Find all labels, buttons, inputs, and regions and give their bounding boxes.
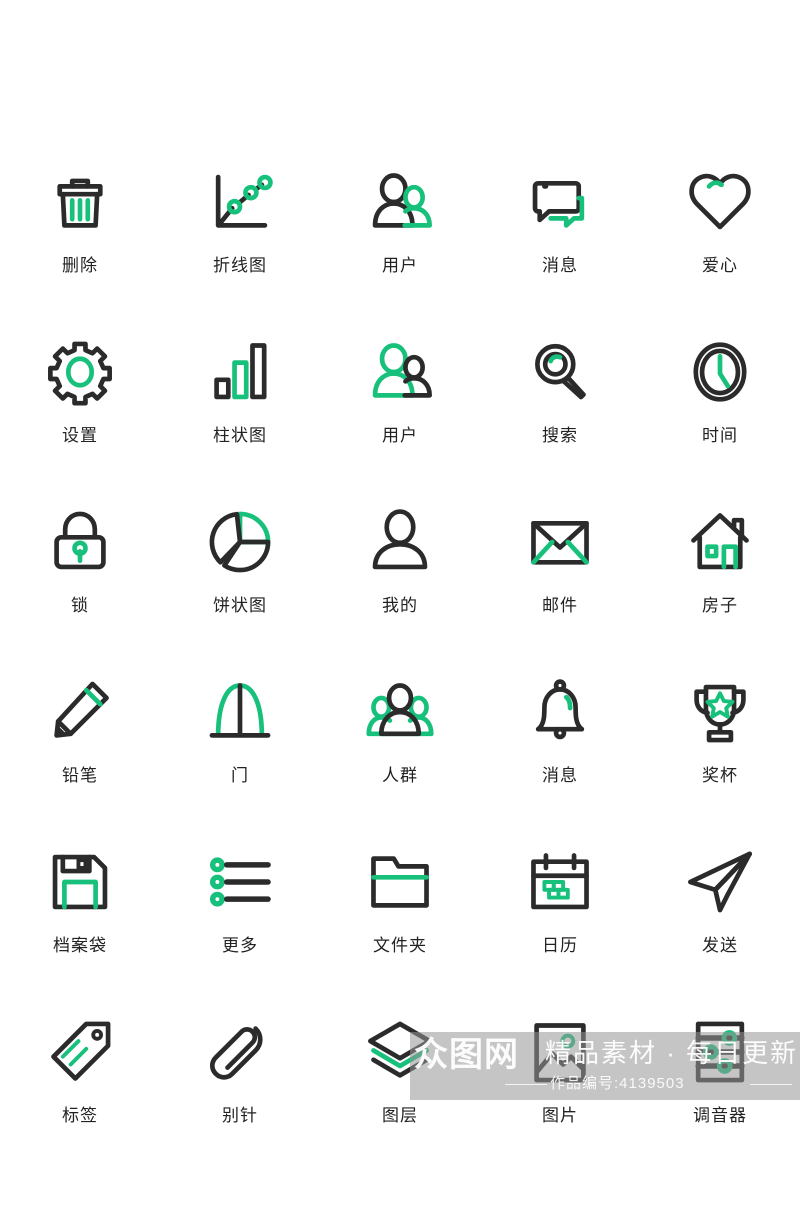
users-pair-icon — [361, 163, 439, 241]
floppy-disk-icon — [41, 843, 119, 921]
calendar-icon — [521, 843, 599, 921]
icon-label-crowd: 人群 — [382, 766, 418, 785]
magnifier-icon — [521, 333, 599, 411]
icon-label-door: 门 — [231, 766, 249, 785]
picture-icon — [521, 1013, 599, 1091]
icon-cell-door[interactable]: 门 — [160, 655, 320, 825]
users-pair-alt-icon — [361, 333, 439, 411]
icon-label-search: 搜索 — [542, 426, 578, 445]
person-icon — [361, 503, 439, 581]
heart-icon — [681, 163, 759, 241]
icon-cell-time[interactable]: 时间 — [640, 315, 800, 485]
icon-cell-pie-chart[interactable]: 饼状图 — [160, 485, 320, 655]
icon-cell-pencil[interactable]: 铅笔 — [0, 655, 160, 825]
icon-cell-pin[interactable]: 别针 — [160, 995, 320, 1165]
icon-cell-message[interactable]: 消息 — [480, 145, 640, 315]
icon-cell-mine[interactable]: 我的 — [320, 485, 480, 655]
icon-cell-heart[interactable]: 爱心 — [640, 145, 800, 315]
layers-icon — [361, 1013, 439, 1091]
icon-label-pin: 别针 — [222, 1106, 258, 1125]
icon-label-lock: 锁 — [71, 596, 89, 615]
icon-label-mail: 邮件 — [542, 596, 578, 615]
icon-cell-delete[interactable]: 删除 — [0, 145, 160, 315]
icon-cell-user[interactable]: 用户 — [320, 145, 480, 315]
icon-label-user: 用户 — [382, 256, 418, 275]
chat-bubbles-icon — [521, 163, 599, 241]
icon-label-folder: 文件夹 — [373, 936, 427, 955]
icon-label-settings: 设置 — [62, 426, 98, 445]
icon-cell-user-2[interactable]: 用户 — [320, 315, 480, 485]
trash-icon — [41, 163, 119, 241]
icon-cell-bar-chart[interactable]: 柱状图 — [160, 315, 320, 485]
icon-cell-search[interactable]: 搜索 — [480, 315, 640, 485]
trophy-icon — [681, 673, 759, 751]
icon-label-delete: 删除 — [62, 256, 98, 275]
icon-label-message: 消息 — [542, 256, 578, 275]
icon-cell-trophy[interactable]: 奖杯 — [640, 655, 800, 825]
icon-label-save: 档案袋 — [53, 936, 107, 955]
icon-label-more: 更多 — [222, 936, 258, 955]
icon-cell-image[interactable]: 图片 — [480, 995, 640, 1165]
envelope-icon — [521, 503, 599, 581]
pie-chart-icon — [201, 503, 279, 581]
door-arch-icon — [201, 673, 279, 751]
icon-cell-crowd[interactable]: 人群 — [320, 655, 480, 825]
icon-cell-calendar[interactable]: 日历 — [480, 825, 640, 995]
icon-label-trophy: 奖杯 — [702, 766, 738, 785]
paper-plane-icon — [681, 843, 759, 921]
icon-label-line-chart: 折线图 — [213, 256, 267, 275]
icon-label-tag: 标签 — [62, 1106, 98, 1125]
icon-cell-notify[interactable]: 消息 — [480, 655, 640, 825]
folder-icon — [361, 843, 439, 921]
line-chart-icon — [201, 163, 279, 241]
icon-cell-mail[interactable]: 邮件 — [480, 485, 640, 655]
icon-label-pencil: 铅笔 — [62, 766, 98, 785]
icon-cell-house[interactable]: 房子 — [640, 485, 800, 655]
list-dots-icon — [201, 843, 279, 921]
icon-cell-settings[interactable]: 设置 — [0, 315, 160, 485]
icon-label-pie-chart: 饼状图 — [213, 596, 267, 615]
icon-label-user-2: 用户 — [382, 426, 418, 445]
icon-label-mine: 我的 — [382, 596, 418, 615]
crowd-icon — [361, 673, 439, 751]
icon-label-time: 时间 — [702, 426, 738, 445]
bell-icon — [521, 673, 599, 751]
gear-icon — [41, 333, 119, 411]
icon-label-heart: 爱心 — [702, 256, 738, 275]
icon-label-bar-chart: 柱状图 — [213, 426, 267, 445]
tag-icon — [41, 1013, 119, 1091]
icon-label-equalizer: 调音器 — [693, 1106, 747, 1125]
icon-cell-tag[interactable]: 标签 — [0, 995, 160, 1165]
icon-label-layers: 图层 — [382, 1106, 418, 1125]
icon-cell-lock[interactable]: 锁 — [0, 485, 160, 655]
bar-chart-icon — [201, 333, 279, 411]
icon-cell-save[interactable]: 档案袋 — [0, 825, 160, 995]
pencil-icon — [41, 673, 119, 751]
icon-label-notify: 消息 — [542, 766, 578, 785]
equalizer-icon — [681, 1013, 759, 1091]
icon-cell-line-chart[interactable]: 折线图 — [160, 145, 320, 315]
icon-cell-equalizer[interactable]: 调音器 — [640, 995, 800, 1165]
paperclip-icon — [201, 1013, 279, 1091]
house-icon — [681, 503, 759, 581]
icon-label-image: 图片 — [542, 1106, 578, 1125]
icon-cell-layers[interactable]: 图层 — [320, 995, 480, 1165]
icon-grid: 删除 折线图 用户 消息 爱心 设置 柱状图 用户 搜索 时间锁饼状图 我的 邮件 房子 铅笔门人群 消息奖… — [0, 145, 800, 1165]
icon-label-house: 房子 — [702, 596, 738, 615]
icon-label-send: 发送 — [702, 936, 738, 955]
icon-cell-send[interactable]: 发送 — [640, 825, 800, 995]
icon-cell-folder[interactable]: 文件夹 — [320, 825, 480, 995]
icon-label-calendar: 日历 — [542, 936, 578, 955]
icon-cell-more[interactable]: 更多 — [160, 825, 320, 995]
clock-icon — [681, 333, 759, 411]
lock-icon — [41, 503, 119, 581]
